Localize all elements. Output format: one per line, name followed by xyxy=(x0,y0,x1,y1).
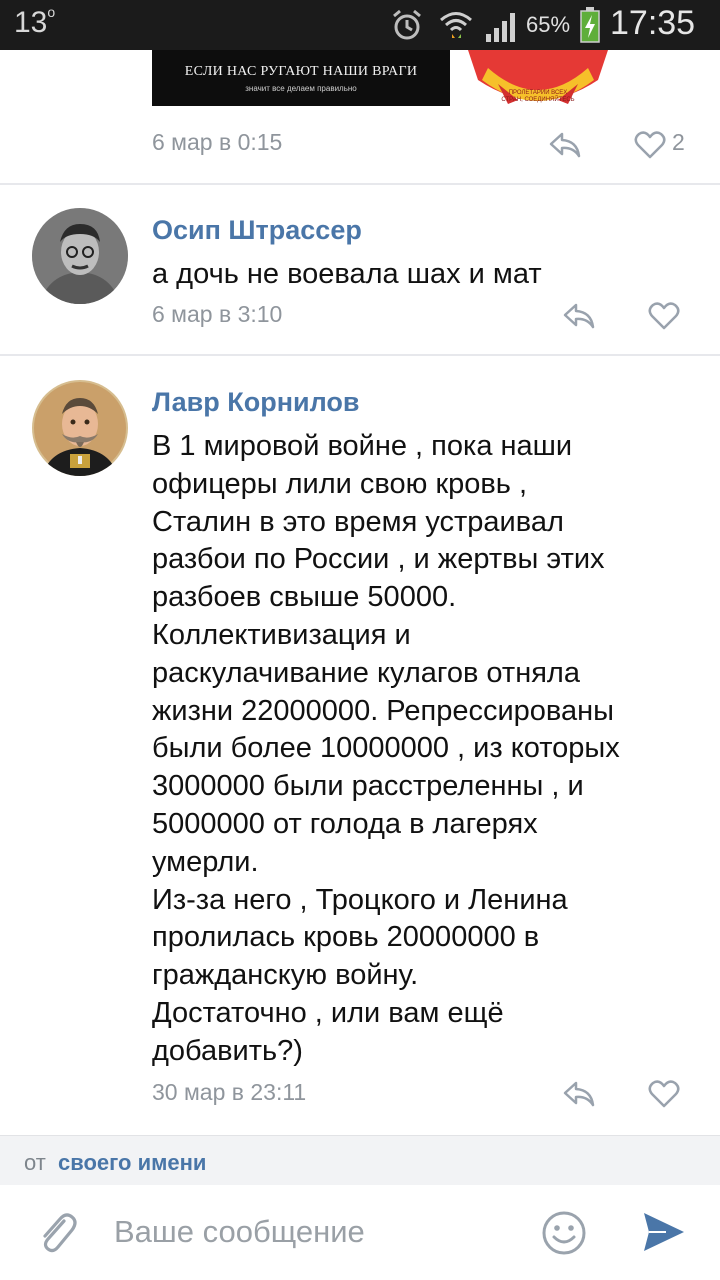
notification-degree: o xyxy=(47,4,56,20)
avatar[interactable] xyxy=(32,380,128,476)
post-image-subtitle: значит все делаем правильно xyxy=(245,84,357,93)
post-as-selector[interactable]: своего имени xyxy=(58,1150,206,1176)
post-image-title: ЕСЛИ НАС РУГАЮТ НАШИ ВРАГИ xyxy=(184,64,418,79)
comment-text: а дочь не воевала шах и мат xyxy=(152,258,542,290)
notification-count: 13 xyxy=(14,6,48,39)
battery-charging-icon xyxy=(580,7,600,43)
comments-feed[interactable]: ЕСЛИ НАС РУГАЮТ НАШИ ВРАГИ значит все де… xyxy=(0,50,720,1135)
comment-text: В 1 мировой войне , пока наши офицеры ли… xyxy=(152,430,620,1067)
send-icon[interactable] xyxy=(640,1209,688,1255)
emoji-icon[interactable] xyxy=(540,1209,588,1257)
notification-counter: 13o xyxy=(14,4,56,40)
clock: 17:35 xyxy=(610,4,696,42)
post-as-label: от xyxy=(24,1150,46,1175)
reply-icon[interactable] xyxy=(548,131,582,159)
post-as-bar: от своего имени xyxy=(0,1135,720,1185)
like-icon[interactable] xyxy=(648,1080,680,1108)
status-bar: 13o 65% 17:35 xyxy=(0,0,720,50)
battery-percent: 65% xyxy=(526,12,571,37)
comment-timestamp: 6 мар в 3:10 xyxy=(152,301,283,327)
comment-author[interactable]: Осип Штрассер xyxy=(152,215,362,246)
avatar-photo xyxy=(32,208,128,304)
signal-icon xyxy=(486,13,515,42)
message-composer xyxy=(0,1185,720,1280)
svg-text:СТРАН, СОЕДИНЯЙТЕСЬ: СТРАН, СОЕДИНЯЙТЕСЬ xyxy=(501,95,574,103)
avatar-photo xyxy=(32,380,128,476)
post-timestamp: 6 мар в 0:15 xyxy=(152,129,283,155)
post-image[interactable]: ЕСЛИ НАС РУГАЮТ НАШИ ВРАГИ значит все де… xyxy=(152,50,450,106)
alarm-icon xyxy=(393,9,421,40)
comment-timestamp: 30 мар в 23:11 xyxy=(152,1079,307,1105)
like-icon[interactable] xyxy=(648,302,680,330)
wifi-icon xyxy=(440,12,472,38)
like-icon[interactable] xyxy=(634,131,666,159)
avatar[interactable] xyxy=(32,208,128,304)
attach-icon[interactable] xyxy=(34,1209,80,1255)
message-input[interactable] xyxy=(114,1203,514,1261)
reply-icon[interactable] xyxy=(562,302,596,330)
svg-text:ПРОЛЕТАРИИ ВСЕХ: ПРОЛЕТАРИИ ВСЕХ xyxy=(509,90,568,96)
divider xyxy=(0,354,720,356)
comment-author[interactable]: Лавр Корнилов xyxy=(152,387,359,418)
emblem-image[interactable]: ПРОЛЕТАРИИ ВСЕХ СТРАН, СОЕДИНЯЙТЕСЬ xyxy=(468,50,608,106)
like-count: 2 xyxy=(672,129,685,155)
reply-icon[interactable] xyxy=(562,1080,596,1108)
divider xyxy=(0,183,720,185)
